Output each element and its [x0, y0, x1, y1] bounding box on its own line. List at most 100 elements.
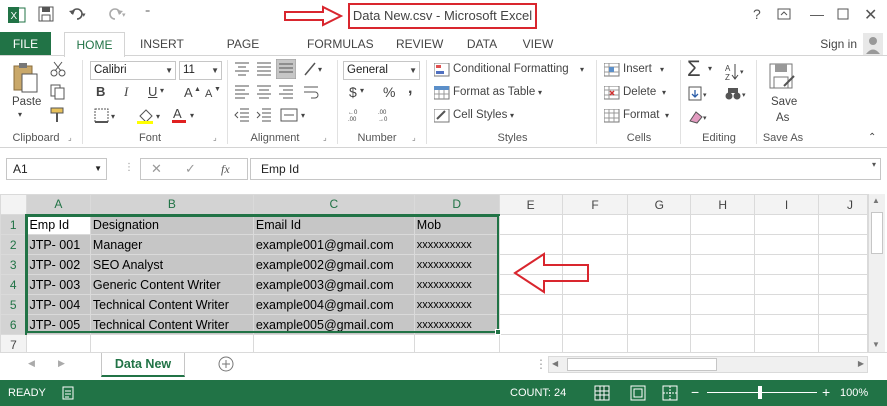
cell[interactable]	[690, 294, 756, 315]
page-break-view-icon[interactable]	[662, 385, 678, 401]
undo-icon[interactable]: ▾	[68, 6, 90, 26]
borders-icon[interactable]: ▾	[94, 108, 120, 124]
enter-icon[interactable]: ✓	[185, 161, 196, 177]
restore-button[interactable]	[837, 8, 849, 20]
paste-icon[interactable]	[11, 62, 39, 94]
bold-button[interactable]: B	[96, 84, 105, 99]
column-header[interactable]: J	[817, 194, 868, 215]
minimize-button[interactable]: —	[810, 6, 824, 22]
cell[interactable]	[498, 314, 563, 335]
delete-button[interactable]: Delete	[623, 86, 656, 98]
font-launcher-icon[interactable]: ⌟	[213, 133, 217, 142]
font-name-dropdown[interactable]: Calibri ▼	[90, 61, 176, 80]
font-color-icon[interactable]: A ▾	[172, 106, 200, 124]
tab-home[interactable]: HOME	[64, 32, 125, 57]
cell[interactable]	[498, 294, 563, 315]
format-as-table-icon[interactable]	[434, 86, 450, 100]
normal-view-icon[interactable]	[594, 385, 610, 401]
underline-button[interactable]: U	[148, 84, 157, 99]
tab-data[interactable]: DATA	[465, 32, 499, 56]
cell[interactable]	[817, 274, 868, 295]
conditional-formatting-icon[interactable]	[434, 63, 450, 77]
cell[interactable]	[690, 234, 756, 255]
cell[interactable]: xxxxxxxxxx	[413, 274, 500, 295]
cell[interactable]	[817, 214, 868, 235]
zoom-out-button[interactable]: −	[691, 384, 699, 400]
zoom-in-button[interactable]: +	[822, 384, 830, 400]
cell[interactable]	[413, 334, 500, 352]
cell[interactable]: JTP- 005	[25, 314, 91, 335]
cell[interactable]: example002@gmail.com	[252, 254, 415, 275]
sort-filter-icon[interactable]: A Z ▾	[725, 62, 747, 86]
cell[interactable]: Mob	[413, 214, 500, 235]
cancel-icon[interactable]: ✕	[151, 161, 162, 177]
cell[interactable]	[627, 334, 692, 352]
wrap-text-icon[interactable]	[303, 84, 321, 100]
save-as-line1[interactable]: Save	[771, 96, 797, 108]
sheet-tab-data-new[interactable]: Data New	[101, 353, 185, 377]
insert-button[interactable]: Insert	[623, 63, 652, 75]
cell[interactable]	[754, 314, 819, 335]
cell[interactable]	[817, 294, 868, 315]
cell[interactable]: xxxxxxxxxx	[413, 254, 500, 275]
save-as-line2[interactable]: As	[776, 112, 789, 124]
underline-dropdown-icon[interactable]: ▾	[160, 86, 164, 95]
font-size-dropdown[interactable]: 11 ▼	[179, 61, 222, 80]
column-header[interactable]: D	[413, 194, 500, 216]
conditional-formatting-button[interactable]: Conditional Formatting	[453, 63, 569, 75]
cell[interactable]	[690, 314, 756, 335]
cell[interactable]	[754, 274, 819, 295]
column-header[interactable]: G	[627, 194, 692, 215]
insert-cells-icon[interactable]	[604, 63, 620, 77]
cell[interactable]	[754, 214, 819, 235]
cell[interactable]	[627, 274, 692, 295]
currency-dropdown-icon[interactable]: ▾	[360, 86, 364, 95]
worksheet-grid[interactable]: A B C D E F G H I J 1 Emp Id Designation…	[0, 194, 868, 352]
new-sheet-icon[interactable]	[218, 356, 234, 372]
user-avatar-icon[interactable]	[863, 33, 883, 55]
cell-styles-icon[interactable]	[434, 109, 450, 123]
cell[interactable]	[817, 234, 868, 255]
tab-review[interactable]: REVIEW	[396, 32, 443, 56]
cell[interactable]	[561, 214, 629, 235]
chevron-down-icon[interactable]: ▾	[510, 111, 514, 120]
clear-icon[interactable]: ▾	[688, 109, 712, 125]
cell[interactable]: xxxxxxxxxx	[413, 234, 500, 255]
cell[interactable]	[627, 234, 692, 255]
chevron-down-icon[interactable]: ▾	[538, 88, 542, 97]
column-header[interactable]: A	[25, 194, 91, 216]
tab-view[interactable]: VIEW	[521, 32, 555, 56]
alignment-launcher-icon[interactable]: ⌟	[323, 133, 327, 142]
align-top-icon[interactable]	[234, 61, 250, 77]
cell[interactable]: Generic Content Writer	[89, 274, 254, 295]
cell[interactable]	[89, 334, 254, 352]
cell[interactable]	[498, 334, 563, 352]
cell[interactable]	[690, 274, 756, 295]
cell[interactable]: Emp Id	[25, 214, 91, 235]
cell[interactable]	[252, 334, 415, 352]
chevron-down-icon[interactable]: ▾	[665, 111, 669, 120]
zoom-slider[interactable]	[707, 392, 817, 393]
cell[interactable]	[690, 254, 756, 275]
cell[interactable]	[817, 254, 868, 275]
zoom-level[interactable]: 100%	[840, 387, 868, 399]
delete-cells-icon[interactable]	[604, 86, 620, 100]
tab-formulas[interactable]: FORMULAS	[307, 32, 374, 56]
name-box[interactable]: A1 ▼	[6, 158, 107, 180]
column-header[interactable]: I	[754, 194, 819, 215]
cell-styles-button[interactable]: Cell Styles	[453, 109, 507, 121]
cut-icon[interactable]	[50, 61, 66, 77]
expand-formula-icon[interactable]: ▾	[872, 160, 876, 169]
cell[interactable]: example001@gmail.com	[252, 234, 415, 255]
increase-indent-icon[interactable]	[256, 107, 272, 123]
number-format-dropdown[interactable]: General ▼	[343, 61, 420, 80]
column-header[interactable]: E	[498, 194, 563, 215]
cell[interactable]: Email Id	[252, 214, 415, 235]
format-painter-icon[interactable]	[50, 107, 66, 123]
row-header[interactable]: 5	[0, 294, 28, 315]
cell[interactable]	[817, 334, 868, 352]
decrease-decimal-icon[interactable]: .00 →0	[378, 108, 398, 122]
fill-icon[interactable]: ▾	[688, 86, 712, 102]
chevron-down-icon[interactable]: ▾	[580, 65, 584, 74]
ribbon-display-icon[interactable]	[777, 8, 791, 20]
